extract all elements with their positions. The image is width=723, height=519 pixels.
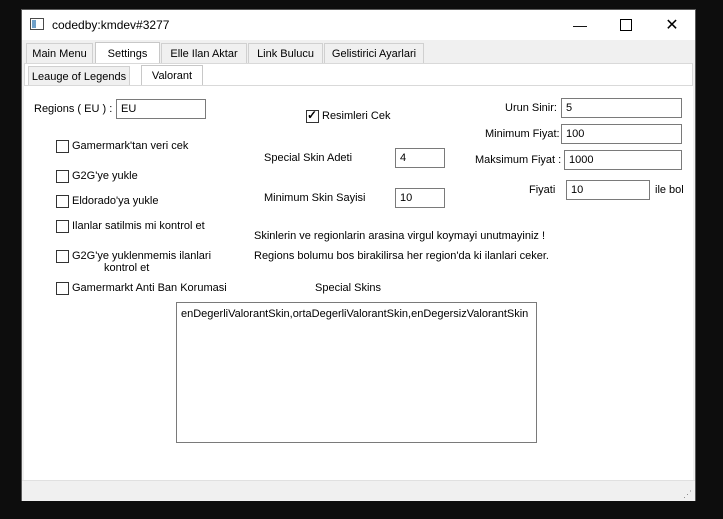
note-line-1: Skinlerin ve regionlarin arasina virgul … [254, 230, 546, 242]
window-title: codedby:kmdev#3277 [52, 18, 170, 32]
minimize-button[interactable]: — [557, 10, 603, 40]
settings-panel: Leauge of Legends Valorant Regions ( EU … [24, 63, 693, 480]
special-skins-label: Special Skins [315, 282, 382, 294]
minimum-fiyat-input[interactable]: 100 [561, 124, 682, 144]
anti-ban-checkbox[interactable] [56, 282, 69, 295]
close-button[interactable]: ✕ [649, 10, 695, 40]
maximize-button[interactable] [603, 10, 649, 40]
special-skin-adeti-input[interactable]: 4 [395, 148, 445, 168]
g2g-yuklenmemis-label: G2G'ye yuklenmemis ilanlari [72, 250, 212, 262]
valorant-panel: Regions ( EU ) : EU Gamermark'tan veri c… [24, 85, 693, 480]
status-bar: ⋰ [22, 480, 695, 501]
tab-link-bulucu[interactable]: Link Bulucu [248, 43, 323, 63]
fiyati-input[interactable]: 10 [566, 180, 650, 200]
maksimum-fiyat-label: Maksimum Fiyat : [475, 154, 562, 166]
tab-valorant[interactable]: Valorant [141, 65, 203, 86]
g2g-yukle-checkbox[interactable] [56, 170, 69, 183]
special-skin-adeti-label: Special Skin Adeti [264, 152, 353, 164]
tab-league-of-legends[interactable]: Leauge of Legends [28, 66, 130, 86]
urun-sinir-input[interactable]: 5 [561, 98, 682, 118]
note-line-2: Regions bolumu bos birakilirsa her regio… [254, 250, 549, 262]
g2g-yukle-label: G2G'ye yukle [72, 170, 138, 182]
main-tab-bar: Main Menu Settings Elle Ilan Aktar Link … [22, 42, 695, 64]
g2g-yuklenmemis-checkbox[interactable] [56, 250, 69, 263]
app-window: codedby:kmdev#3277 — ✕ Main Menu Setting… [21, 9, 696, 501]
ilanlar-kontrol-checkbox[interactable] [56, 220, 69, 233]
minimum-skin-sayisi-label: Minimum Skin Sayisi [264, 192, 366, 204]
g2g-yuklenmemis-label-line2: kontrol et [104, 262, 150, 274]
anti-ban-label: Gamermarkt Anti Ban Korumasi [72, 282, 227, 294]
close-icon: ✕ [665, 17, 679, 34]
title-bar[interactable]: codedby:kmdev#3277 — ✕ [22, 10, 695, 40]
regions-label: Regions ( EU ) : [34, 103, 113, 115]
tab-settings[interactable]: Settings [95, 42, 160, 64]
fiyati-label: Fiyati [529, 184, 556, 196]
app-icon [30, 18, 44, 30]
resize-grip-icon[interactable]: ⋰ [683, 489, 693, 499]
urun-sinir-label: Urun Sinir: [505, 102, 557, 114]
gamermark-veri-cek-checkbox[interactable] [56, 140, 69, 153]
resimleri-cek-label: Resimleri Cek [322, 110, 391, 122]
special-skins-textarea[interactable]: enDegerliValorantSkin,ortaDegerliValoran… [176, 302, 537, 443]
maksimum-fiyat-input[interactable]: 1000 [564, 150, 682, 170]
tab-elle-ilan-aktar[interactable]: Elle Ilan Aktar [161, 43, 247, 63]
regions-input[interactable]: EU [116, 99, 206, 119]
minimum-fiyat-label: Minimum Fiyat: [485, 128, 560, 140]
tab-gelistirici-ayarlari[interactable]: Gelistirici Ayarlari [324, 43, 424, 63]
minimum-skin-sayisi-input[interactable]: 10 [395, 188, 445, 208]
tab-main-menu[interactable]: Main Menu [26, 43, 93, 63]
ile-bol-label: ile bol [655, 184, 684, 196]
minimize-icon: — [573, 17, 587, 33]
ilanlar-kontrol-label: Ilanlar satilmis mi kontrol et [72, 220, 205, 232]
gamermark-veri-cek-label: Gamermark'tan veri cek [72, 140, 189, 152]
resimleri-cek-checkbox[interactable] [306, 108, 319, 123]
eldorado-yukle-checkbox[interactable] [56, 195, 69, 208]
eldorado-yukle-label: Eldorado'ya yukle [72, 195, 159, 207]
maximize-icon [620, 19, 632, 31]
